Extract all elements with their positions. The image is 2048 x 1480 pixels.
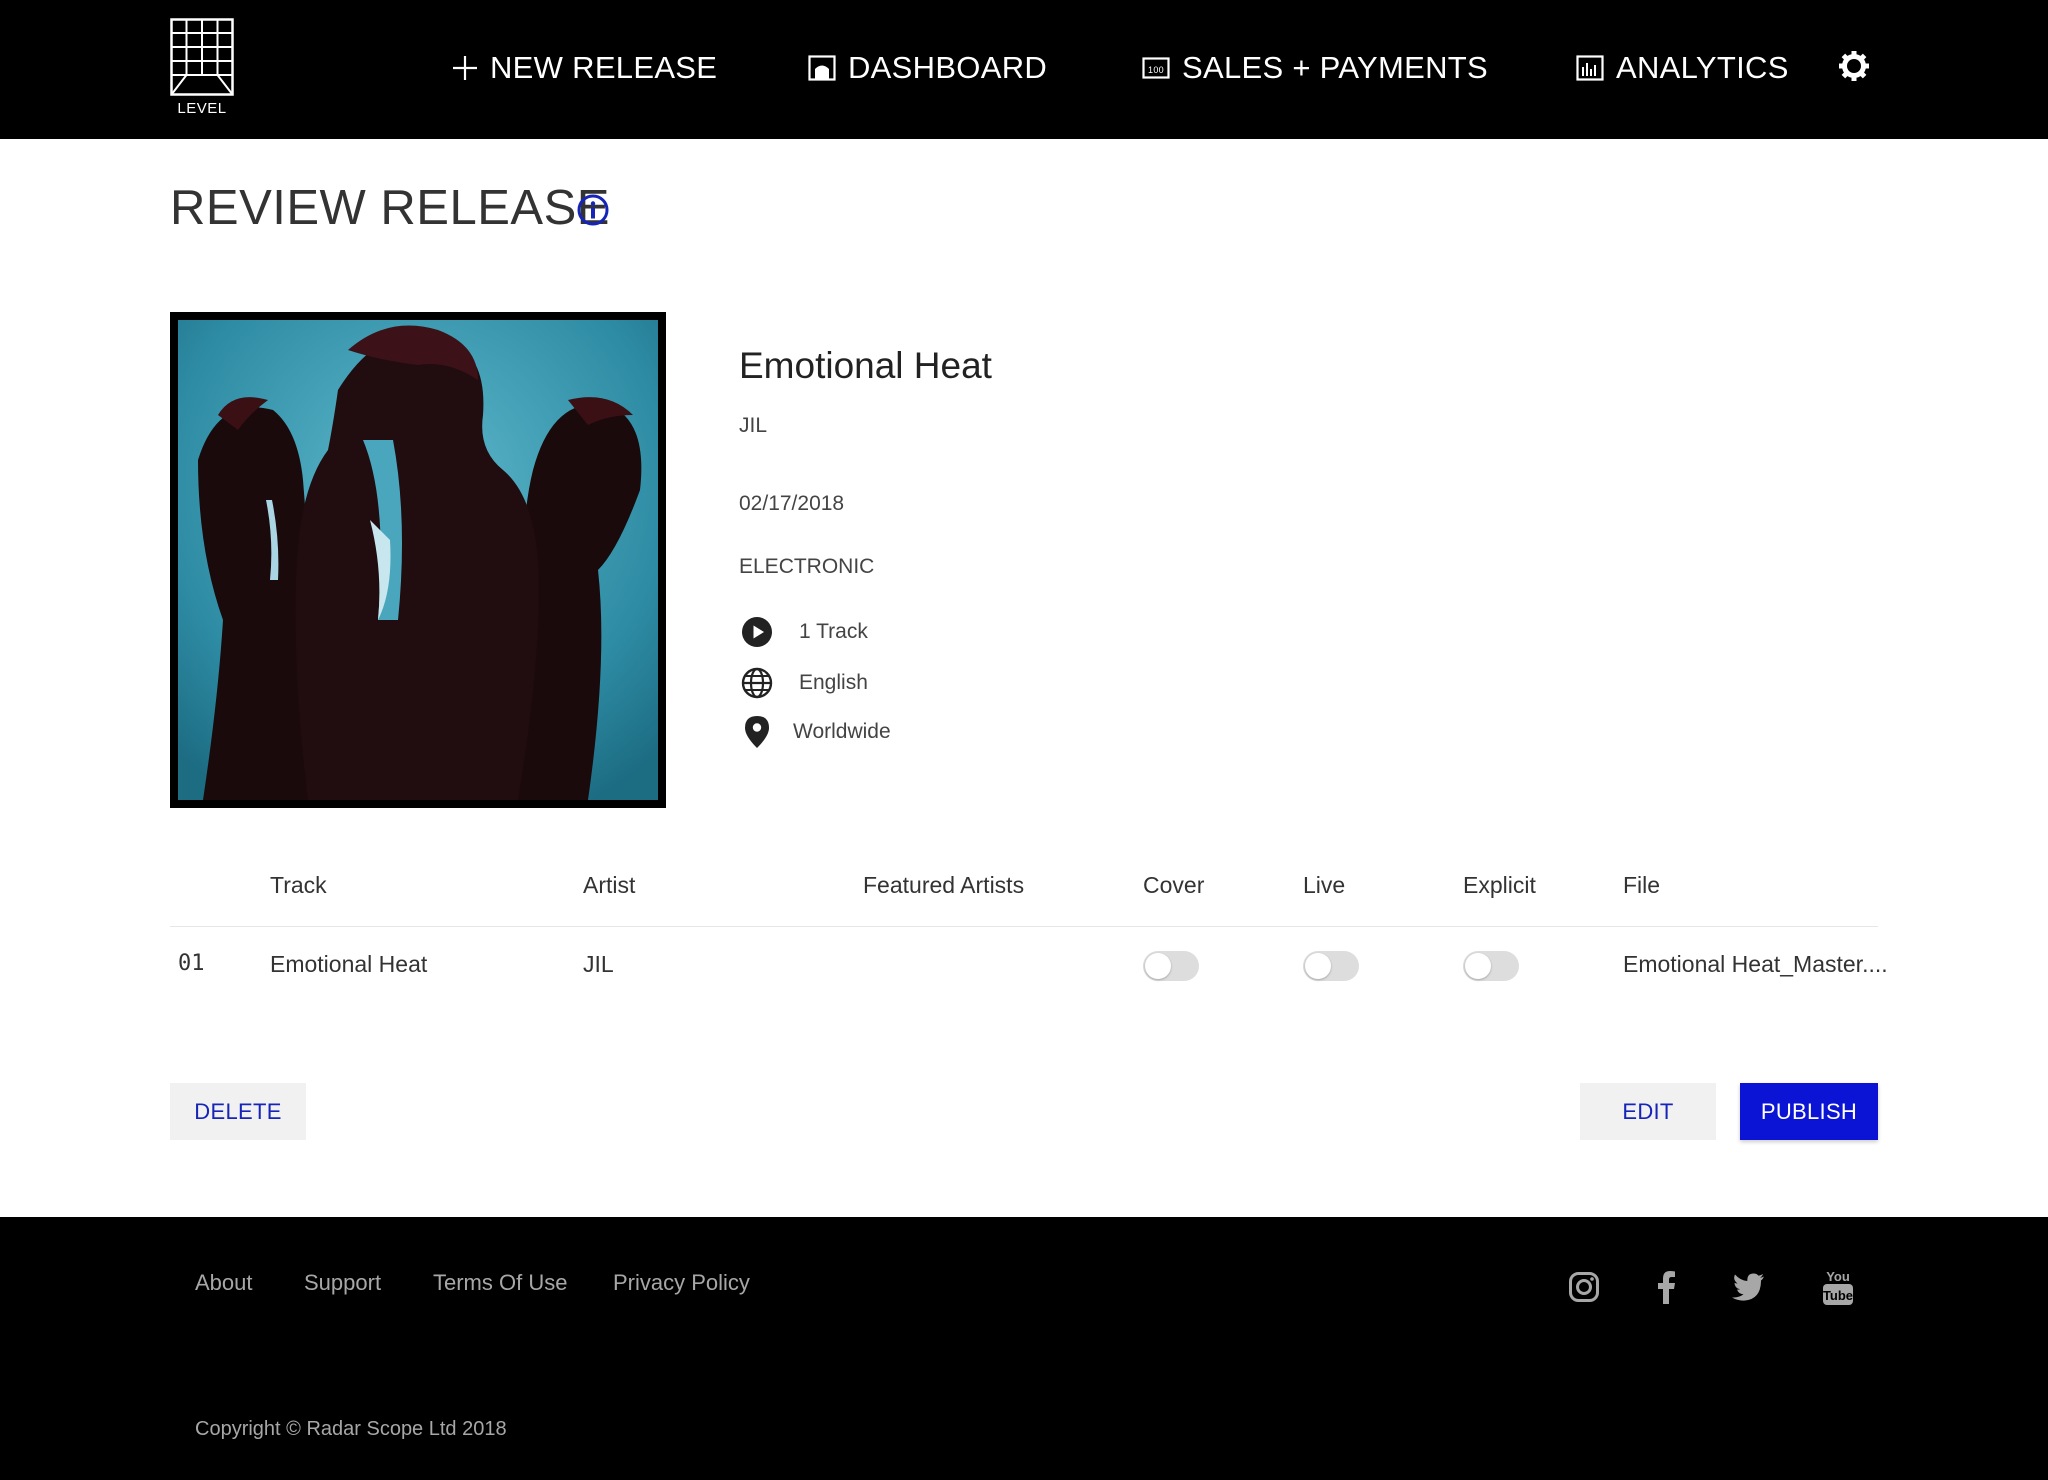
analytics-icon xyxy=(1576,55,1604,81)
release-date: 02/17/2018 xyxy=(739,492,845,515)
youtube-icon-top-text: You xyxy=(1826,1269,1850,1284)
col-header-explicit: Explicit xyxy=(1463,872,1536,898)
play-icon xyxy=(739,614,775,650)
youtube-icon-bottom-text: Tube xyxy=(1823,1288,1853,1303)
release-genre: ELECTRONIC xyxy=(739,555,875,578)
instagram-icon xyxy=(1569,1272,1599,1302)
track-artist: JIL xyxy=(583,951,614,977)
cover-toggle[interactable] xyxy=(1143,951,1199,981)
explicit-toggle[interactable] xyxy=(1463,951,1519,981)
col-header-featured-artists: Featured Artists xyxy=(863,872,1025,898)
release-artist: JIL xyxy=(739,414,768,437)
settings-button[interactable] xyxy=(1838,50,1870,82)
territory: Worldwide xyxy=(793,720,891,743)
toggle-knob xyxy=(1305,953,1331,979)
live-toggle[interactable] xyxy=(1303,951,1359,981)
nav-dashboard[interactable]: DASHBOARD xyxy=(808,46,1047,90)
location-pin-icon xyxy=(739,714,775,750)
territory-row: Worldwide xyxy=(739,714,891,750)
edit-button[interactable]: EDIT xyxy=(1580,1083,1716,1140)
logo-text: LEVEL xyxy=(177,100,227,117)
footer-link-terms[interactable]: Terms Of Use xyxy=(433,1270,567,1296)
level-logo[interactable]: LEVEL xyxy=(170,18,234,117)
facebook-icon xyxy=(1658,1271,1675,1304)
col-header-live: Live xyxy=(1303,872,1346,898)
col-header-artist: Artist xyxy=(583,872,636,898)
footer-link-support[interactable]: Support xyxy=(304,1270,381,1296)
nav-sales-payments[interactable]: 100 SALES + PAYMENTS xyxy=(1142,46,1488,90)
twitter-link[interactable] xyxy=(1730,1267,1766,1307)
svg-text:100: 100 xyxy=(1148,65,1164,75)
publish-button[interactable]: PUBLISH xyxy=(1740,1083,1878,1140)
track-count-row: 1 Track xyxy=(739,614,868,650)
footer-link-privacy[interactable]: Privacy Policy xyxy=(613,1270,750,1296)
page-title: REVIEW RELEASE xyxy=(170,181,610,235)
sales-icon: 100 xyxy=(1142,57,1170,79)
info-button[interactable] xyxy=(577,194,609,226)
toggle-knob xyxy=(1145,953,1171,979)
plus-icon xyxy=(453,56,477,80)
language-row: English xyxy=(739,665,868,701)
top-nav-bar: LEVEL NEW RELEASE DASHBOARD 100 SALES + … xyxy=(0,0,2048,139)
twitter-icon xyxy=(1732,1273,1764,1301)
grid-logo-icon xyxy=(170,18,234,96)
nav-new-release[interactable]: NEW RELEASE xyxy=(452,46,717,90)
release-title: Emotional Heat xyxy=(739,345,992,386)
language: English xyxy=(799,671,868,694)
globe-icon xyxy=(739,665,775,701)
delete-button[interactable]: DELETE xyxy=(170,1083,306,1140)
track-title: Emotional Heat xyxy=(270,951,428,977)
track-number: 01 xyxy=(178,951,205,976)
info-icon xyxy=(577,194,609,226)
facebook-link[interactable] xyxy=(1648,1267,1684,1307)
footer-link-about[interactable]: About xyxy=(195,1270,253,1296)
nav-label: SALES + PAYMENTS xyxy=(1182,50,1489,85)
toggle-knob xyxy=(1465,953,1491,979)
nav-label: DASHBOARD xyxy=(848,50,1048,85)
cover-art xyxy=(170,312,666,808)
table-divider xyxy=(170,926,1878,927)
gear-icon xyxy=(1839,51,1869,81)
youtube-link[interactable]: You Tube xyxy=(1820,1267,1856,1307)
nav-analytics[interactable]: ANALYTICS xyxy=(1576,46,1789,90)
nav-label: NEW RELEASE xyxy=(490,50,718,85)
col-header-track: Track xyxy=(270,872,327,898)
track-file: Emotional Heat_Master.... xyxy=(1623,951,1888,977)
youtube-icon: You Tube xyxy=(1823,1269,1853,1305)
col-header-cover: Cover xyxy=(1143,872,1205,898)
track-count: 1 Track xyxy=(799,620,868,643)
dashboard-icon xyxy=(808,55,836,81)
copyright: Copyright © Radar Scope Ltd 2018 xyxy=(195,1418,507,1440)
col-header-file: File xyxy=(1623,872,1661,898)
instagram-link[interactable] xyxy=(1566,1267,1602,1307)
nav-label: ANALYTICS xyxy=(1616,50,1789,85)
cover-image xyxy=(178,320,658,800)
